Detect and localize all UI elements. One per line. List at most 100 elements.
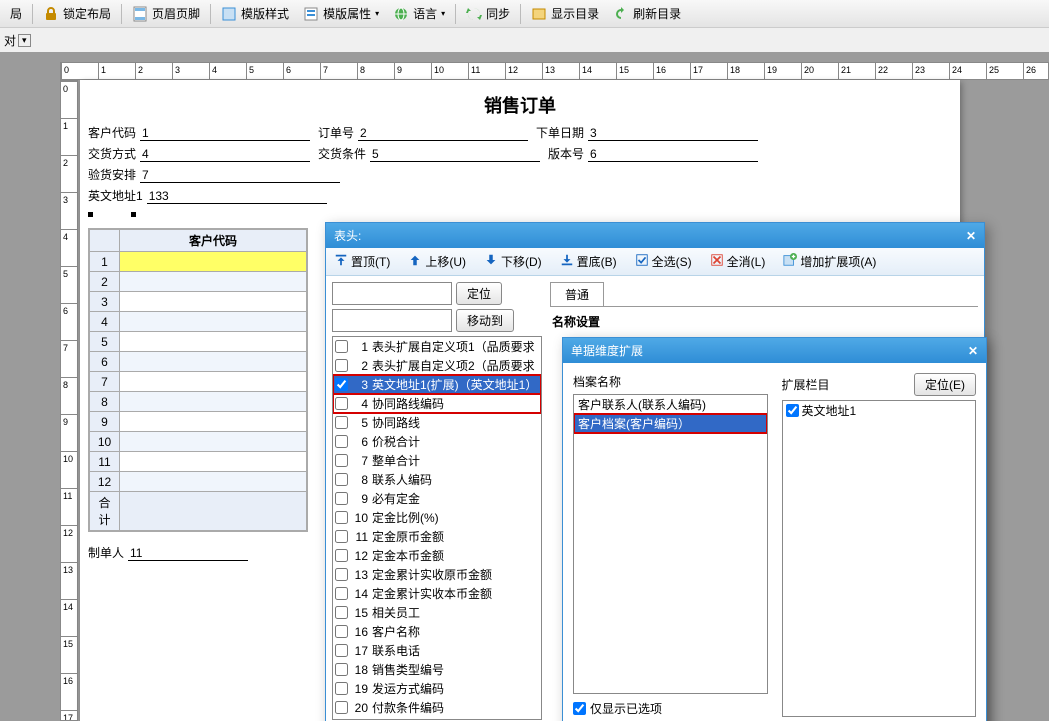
form-field[interactable]: 验货安排7 (88, 166, 340, 183)
dlg-toolbar-deselect-all[interactable]: 全消(L) (706, 251, 770, 272)
archive-list-item[interactable]: 客户联系人(联系人编码) (574, 395, 767, 414)
field-list-item[interactable]: 15相关员工 (333, 603, 541, 622)
only-selected-checkbox[interactable]: 仅显示已选项 (573, 700, 768, 717)
dlg-toolbar-select-all[interactable]: 全选(S) (631, 251, 696, 272)
dialog-titlebar[interactable]: 单据维度扩展 ✕ (563, 338, 986, 363)
field-checkbox[interactable] (335, 568, 348, 581)
selection-handle[interactable] (131, 212, 136, 217)
field-checkbox[interactable] (335, 435, 348, 448)
close-icon[interactable]: ✕ (966, 229, 976, 243)
moveto-button[interactable]: 移动到 (456, 309, 514, 332)
field-list-item[interactable]: 8联系人编码 (333, 470, 541, 489)
data-grid[interactable]: 客户代码 123456789101112合计 (88, 228, 308, 532)
field-list-item[interactable]: 11定金原币金额 (333, 527, 541, 546)
field-list-item[interactable]: 18销售类型编号 (333, 660, 541, 679)
field-checkbox[interactable] (335, 473, 348, 486)
field-checkbox[interactable] (335, 340, 348, 353)
col-header[interactable]: 客户代码 (120, 230, 307, 252)
form-field[interactable]: 交货条件5 (318, 145, 540, 162)
row-header[interactable]: 3 (90, 292, 120, 312)
field-list-item[interactable]: 10定金比例(%) (333, 508, 541, 527)
field-checkbox[interactable] (335, 682, 348, 695)
row-header[interactable]: 4 (90, 312, 120, 332)
dialog-titlebar[interactable]: 表头: ✕ (326, 223, 984, 248)
grid-cell[interactable] (120, 272, 307, 292)
row-header[interactable]: 12 (90, 472, 120, 492)
field-checkbox[interactable] (335, 549, 348, 562)
archive-list-item[interactable]: 客户档案(客户编码） (574, 414, 767, 433)
row-header[interactable]: 6 (90, 352, 120, 372)
locate-button[interactable]: 定位 (456, 282, 502, 305)
grid-cell[interactable] (120, 372, 307, 392)
close-icon[interactable]: ✕ (968, 344, 978, 358)
field-maker[interactable]: 制单人 11 (88, 544, 248, 561)
field-checkbox[interactable] (335, 587, 348, 600)
field-checkbox[interactable] (335, 663, 348, 676)
field-list-item[interactable]: 14定金累计实收本币金额 (333, 584, 541, 603)
ext-listbox[interactable]: 英文地址1 (782, 400, 977, 717)
row-header[interactable]: 2 (90, 272, 120, 292)
dropdown-arrow-icon[interactable]: ▾ (18, 34, 31, 47)
form-field[interactable]: 订单号2 (318, 124, 528, 141)
grid-cell[interactable] (120, 252, 307, 272)
ext-list-item[interactable]: 英文地址1 (783, 401, 976, 420)
toolbar-btn-header-footer[interactable]: 页眉页脚 (126, 3, 206, 24)
row-header[interactable]: 1 (90, 252, 120, 272)
field-list-item[interactable]: 9必有定金 (333, 489, 541, 508)
grid-cell[interactable] (120, 432, 307, 452)
field-list-item[interactable]: 6价税合计 (333, 432, 541, 451)
field-list-item[interactable]: 12定金本币金额 (333, 546, 541, 565)
dlg-toolbar-move-down[interactable]: 下移(D) (480, 251, 546, 272)
field-list-item[interactable]: 3英文地址1(扩展)（英文地址1） (333, 375, 541, 394)
form-field[interactable]: 英文地址1133 (88, 187, 327, 204)
field-list-item[interactable]: 21部门编码 (333, 717, 541, 720)
row-header[interactable]: 7 (90, 372, 120, 392)
field-list-item[interactable]: 2表头扩展自定义项2（品质要求 (333, 356, 541, 375)
dlg-toolbar-to-bottom[interactable]: 置底(B) (556, 251, 621, 272)
grid-cell[interactable] (120, 292, 307, 312)
toolbar-btn-lock-layout[interactable]: 锁定布局 (37, 3, 117, 24)
field-listbox[interactable]: 1表头扩展自定义项1（品质要求2表头扩展自定义项2（品质要求3英文地址1(扩展)… (332, 336, 542, 720)
toolbar-btn-layout[interactable]: 局 (4, 3, 28, 24)
row-header[interactable]: 11 (90, 452, 120, 472)
archive-listbox[interactable]: 客户联系人(联系人编码)客户档案(客户编码） (573, 394, 768, 694)
form-field[interactable]: 下单日期3 (536, 124, 758, 141)
grid-cell[interactable] (120, 312, 307, 332)
field-list-item[interactable]: 17联系电话 (333, 641, 541, 660)
locate-input[interactable] (332, 282, 452, 305)
field-checkbox[interactable] (335, 701, 348, 714)
field-checkbox[interactable] (335, 397, 348, 410)
moveto-input[interactable] (332, 309, 452, 332)
only-selected-input[interactable] (573, 702, 586, 715)
grid-cell[interactable] (120, 452, 307, 472)
toolbar-btn-show-toc[interactable]: 显示目录 (525, 3, 605, 24)
toolbar-btn-template-style[interactable]: 模版样式 (215, 3, 295, 24)
field-checkbox[interactable] (335, 511, 348, 524)
tab-common[interactable]: 普通 (550, 282, 604, 306)
dlg-toolbar-move-up[interactable]: 上移(U) (404, 251, 470, 272)
field-checkbox[interactable] (335, 530, 348, 543)
field-checkbox[interactable] (335, 359, 348, 372)
row-header[interactable]: 8 (90, 392, 120, 412)
form-field[interactable]: 交货方式4 (88, 145, 310, 162)
field-checkbox[interactable] (335, 625, 348, 638)
form-field[interactable]: 客户代码1 (88, 124, 310, 141)
row-header[interactable]: 5 (90, 332, 120, 352)
field-list-item[interactable]: 19发运方式编码 (333, 679, 541, 698)
row-header[interactable]: 10 (90, 432, 120, 452)
toolbar-btn-language[interactable]: 语言 ▾ (387, 3, 451, 24)
dlg-toolbar-add-ext[interactable]: 增加扩展项(A) (779, 251, 880, 272)
field-list-item[interactable]: 5协同路线 (333, 413, 541, 432)
field-checkbox[interactable] (335, 606, 348, 619)
field-checkbox[interactable] (335, 378, 348, 391)
field-checkbox[interactable] (335, 454, 348, 467)
dlg-toolbar-to-top[interactable]: 置顶(T) (330, 251, 394, 272)
field-list-item[interactable]: 1表头扩展自定义项1（品质要求 (333, 337, 541, 356)
field-checkbox[interactable] (335, 492, 348, 505)
form-field[interactable]: 版本号6 (548, 145, 758, 162)
ext-checkbox[interactable] (786, 404, 799, 417)
field-checkbox[interactable] (335, 644, 348, 657)
grid-cell[interactable] (120, 352, 307, 372)
field-list-item[interactable]: 7整单合计 (333, 451, 541, 470)
selection-handle[interactable] (88, 212, 93, 217)
